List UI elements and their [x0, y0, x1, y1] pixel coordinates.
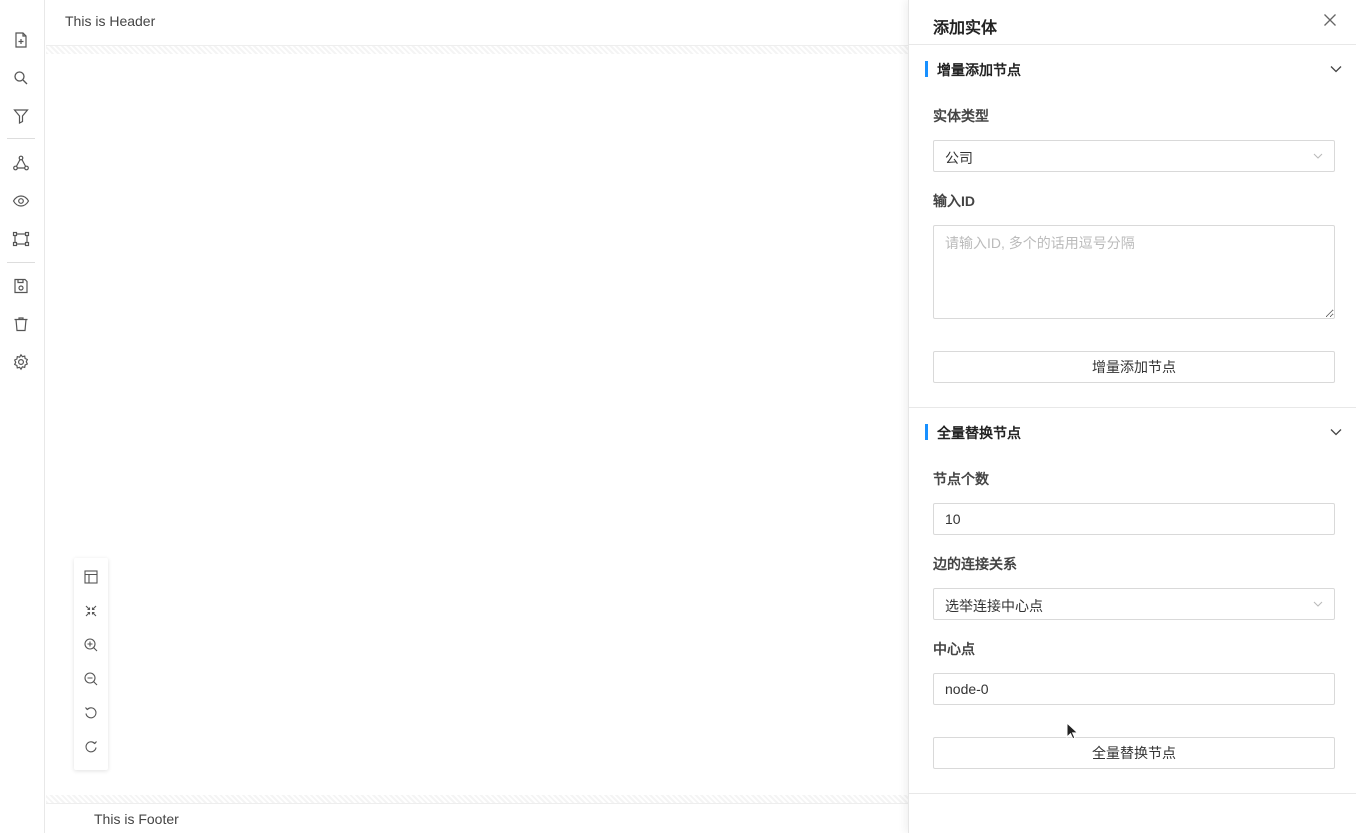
chevron-down-icon[interactable]	[1329, 62, 1343, 76]
fit-view-icon[interactable]	[83, 603, 99, 619]
save-icon[interactable]	[12, 277, 30, 295]
new-file-icon[interactable]	[12, 31, 30, 49]
zoom-out-icon[interactable]	[83, 671, 99, 687]
edge-relation-select[interactable]: 选举连接中心点	[933, 588, 1335, 620]
footer: This is Footer	[46, 803, 908, 833]
drawer-title: 添加实体	[933, 20, 998, 37]
footer-shadow	[46, 795, 908, 803]
full-replace-section-header[interactable]: 全量替换节点	[909, 409, 1356, 453]
incremental-section-title: 增量添加节点	[937, 62, 1021, 78]
close-icon[interactable]	[1323, 13, 1337, 27]
id-label: 输入ID	[933, 193, 975, 209]
section-divider	[909, 793, 1356, 794]
shape-icon[interactable]	[12, 230, 30, 248]
entity-type-label: 实体类型	[933, 108, 989, 124]
search-icon[interactable]	[12, 69, 30, 87]
toolbar-divider	[7, 138, 35, 139]
header-shadow	[46, 46, 908, 54]
node-count-input[interactable]	[933, 503, 1335, 535]
zoom-in-icon[interactable]	[83, 637, 99, 653]
center-node-label: 中心点	[933, 641, 975, 657]
toolbar-divider	[7, 262, 35, 263]
filter-icon[interactable]	[12, 107, 30, 125]
entity-type-value: 公司	[945, 150, 973, 166]
full-replace-section-title: 全量替换节点	[937, 425, 1021, 441]
header: This is Header	[46, 0, 908, 46]
drawer-header: 添加实体	[909, 0, 1356, 45]
network-icon[interactable]	[12, 154, 30, 172]
mouse-cursor-icon	[1066, 722, 1078, 740]
section-accent-bar	[925, 424, 928, 440]
footer-title: This is Footer	[94, 811, 179, 827]
redo-icon[interactable]	[83, 739, 99, 755]
chevron-down-icon[interactable]	[1329, 425, 1343, 439]
header-title: This is Header	[65, 13, 156, 29]
id-textarea[interactable]	[933, 225, 1335, 319]
center-node-input[interactable]	[933, 673, 1335, 705]
eye-icon[interactable]	[12, 192, 30, 210]
undo-icon[interactable]	[83, 705, 99, 721]
left-toolbar	[0, 0, 45, 833]
node-count-label: 节点个数	[933, 471, 989, 487]
chevron-down-icon	[1312, 150, 1324, 162]
section-accent-bar	[925, 61, 928, 77]
edge-relation-label: 边的连接关系	[933, 556, 1017, 572]
minimap-icon[interactable]	[83, 569, 99, 585]
incremental-section-header[interactable]: 增量添加节点	[909, 46, 1356, 90]
graph-canvas[interactable]	[46, 54, 908, 795]
section-divider	[909, 407, 1356, 408]
chevron-down-icon	[1312, 598, 1324, 610]
trash-icon[interactable]	[12, 315, 30, 333]
graph-controls	[74, 558, 108, 770]
app: This is Header This is Footer 添加实体 增量添加节…	[0, 0, 1356, 833]
edge-relation-value: 选举连接中心点	[945, 598, 1043, 614]
incremental-add-button[interactable]: 增量添加节点	[933, 351, 1335, 383]
full-replace-button[interactable]: 全量替换节点	[933, 737, 1335, 769]
add-entity-drawer: 添加实体 增量添加节点 实体类型 公司 输入ID 增量添加节点	[908, 0, 1356, 833]
settings-icon[interactable]	[12, 353, 30, 371]
entity-type-select[interactable]: 公司	[933, 140, 1335, 172]
